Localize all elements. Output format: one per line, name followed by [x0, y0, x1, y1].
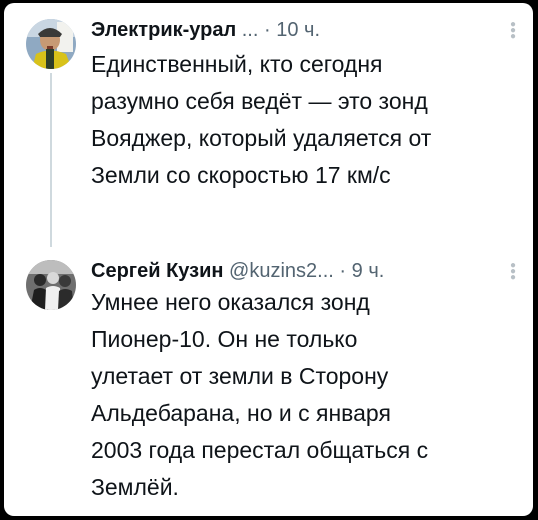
tweet[interactable]: Сергей Кузин @kuzins2... · 9 ч. ● ● ● Умне… [4, 243, 533, 516]
tweet-text: Умнее него оказался зонд Пионер-10. Он н… [91, 289, 429, 500]
tweet-thread: Электрик-урал ... · 10 ч. ● ● ● Единственн… [4, 3, 533, 516]
author-handle[interactable]: @kuzins2... [229, 260, 334, 282]
more-options-icon[interactable]: ● ● ● [507, 16, 519, 44]
thread-line [50, 73, 52, 247]
separator-dot: · [339, 260, 347, 282]
timestamp[interactable]: 10 ч. [276, 19, 320, 41]
more-options-icon[interactable]: ● ● ● [507, 257, 519, 285]
avatar-man-cap-photo-icon [26, 19, 76, 69]
avatar[interactable] [26, 260, 76, 310]
tweet-header: Сергей Кузин @kuzins2... · 9 ч. ● ● ● [91, 257, 519, 285]
author-handle[interactable]: ... [242, 19, 259, 41]
avatar-group-photo-icon [26, 260, 76, 310]
author-name[interactable]: Электрик-урал [91, 19, 236, 41]
tweet-text: Единственный, кто сегодня разумно себя в… [91, 51, 432, 188]
separator-dot: · [263, 19, 271, 41]
author-name[interactable]: Сергей Кузин [91, 260, 223, 282]
timestamp[interactable]: 9 ч. [352, 260, 385, 282]
tweet-header: Электрик-урал ... · 10 ч. ● ● ● [91, 16, 519, 44]
tweet[interactable]: Электрик-урал ... · 10 ч. ● ● ● Единственн… [4, 3, 533, 247]
avatar[interactable] [26, 19, 76, 69]
